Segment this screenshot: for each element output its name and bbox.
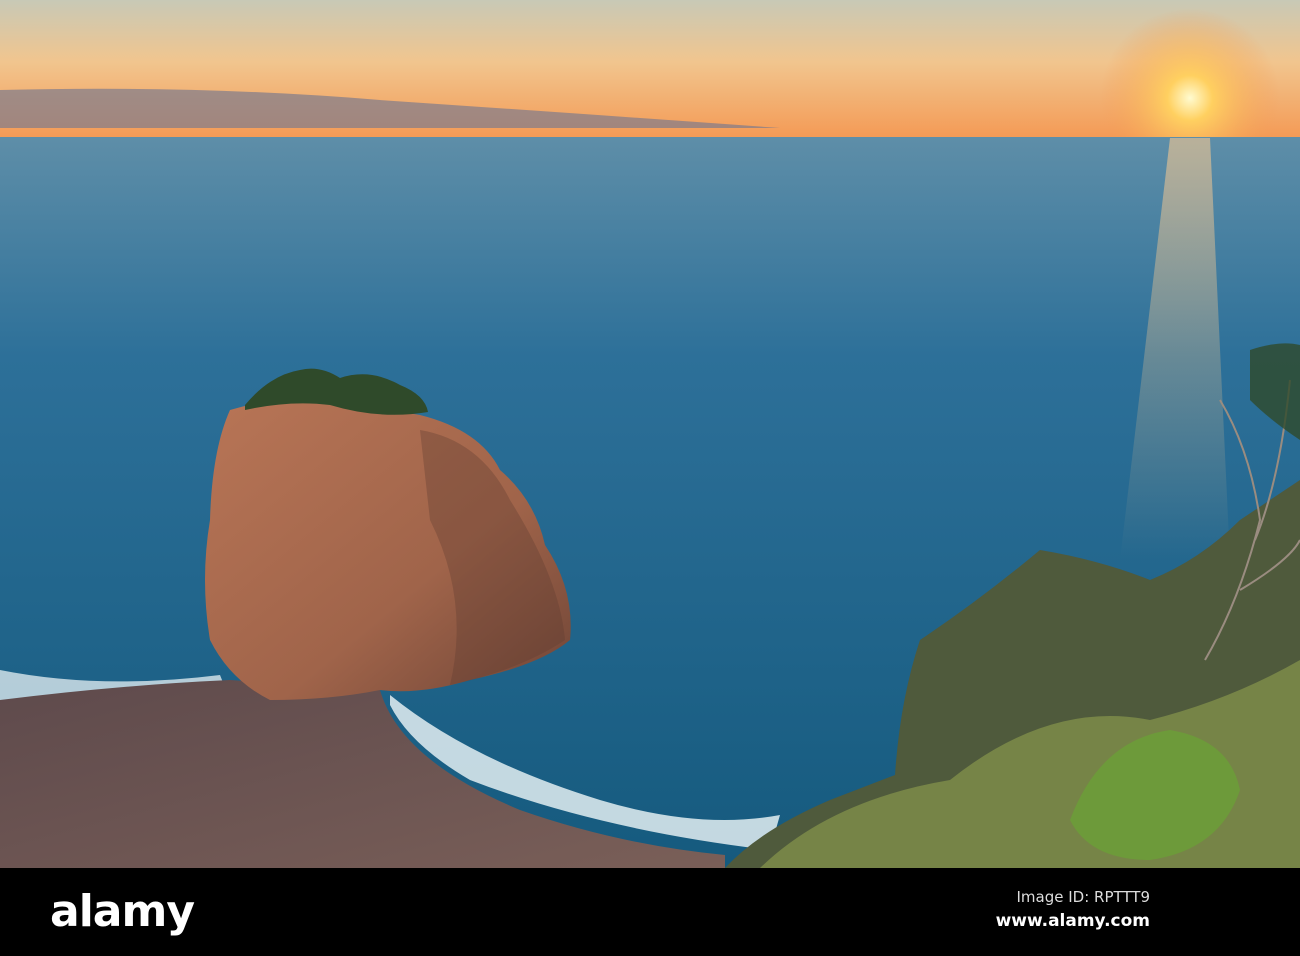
alamy-logo: alamy xyxy=(50,886,195,937)
site-url: www.alamy.com xyxy=(995,911,1150,931)
footer-bar: alamy Image ID: RPTTT9 www.alamy.com xyxy=(0,868,1300,956)
landscape-photo xyxy=(0,0,1300,868)
image-id: Image ID: RPTTT9 xyxy=(1016,888,1150,906)
